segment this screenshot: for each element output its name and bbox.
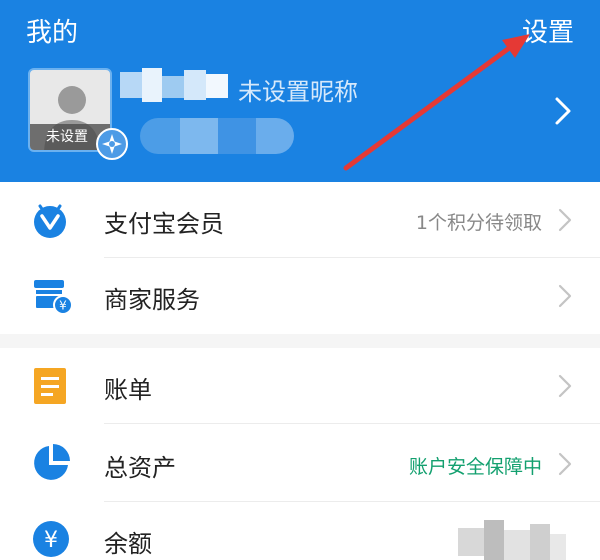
svg-text:¥: ¥ bbox=[59, 299, 67, 313]
chevron-right-icon bbox=[558, 374, 572, 398]
pie-chart-icon bbox=[34, 444, 70, 480]
settings-button[interactable]: 设置 bbox=[522, 12, 574, 49]
list-item-merchant[interactable]: ¥ 商家服务 bbox=[0, 258, 600, 334]
security-status: 账户安全保障中 bbox=[408, 456, 542, 478]
list-item-label: 商家服务 bbox=[104, 286, 200, 314]
svg-text:¥: ¥ bbox=[44, 528, 58, 553]
points-hint: 1个积分待领取 bbox=[415, 212, 542, 234]
list-item-bill[interactable]: 账单 bbox=[0, 348, 600, 424]
chevron-right-icon[interactable] bbox=[554, 96, 572, 126]
list-item-assets[interactable]: 总资产 账户安全保障中 bbox=[0, 424, 600, 502]
list-item-label: 总资产 bbox=[104, 454, 176, 482]
list-item-label: 支付宝会员 bbox=[104, 210, 224, 238]
verified-badge-icon bbox=[96, 128, 128, 160]
list-item-member[interactable]: 支付宝会员 1个积分待领取 bbox=[0, 182, 600, 258]
merchant-store-icon: ¥ bbox=[34, 280, 73, 315]
nickname[interactable]: 未设置昵称 bbox=[238, 72, 358, 107]
blurred-account-id bbox=[140, 118, 294, 154]
member-shield-icon bbox=[34, 204, 66, 238]
chevron-right-icon bbox=[558, 452, 572, 476]
yuan-icon: ¥ bbox=[33, 521, 69, 557]
list-item-label: 账单 bbox=[104, 376, 152, 404]
bill-icon bbox=[34, 368, 66, 404]
profile-header: 我的 设置 未设置 未设置昵称 bbox=[0, 0, 600, 182]
chevron-right-icon bbox=[558, 208, 572, 232]
list-item-label: 余额 bbox=[104, 530, 152, 558]
blurred-account-name bbox=[120, 68, 230, 102]
chevron-right-icon bbox=[558, 284, 572, 308]
blurred-balance bbox=[458, 520, 568, 560]
page-title: 我的 bbox=[26, 18, 79, 48]
